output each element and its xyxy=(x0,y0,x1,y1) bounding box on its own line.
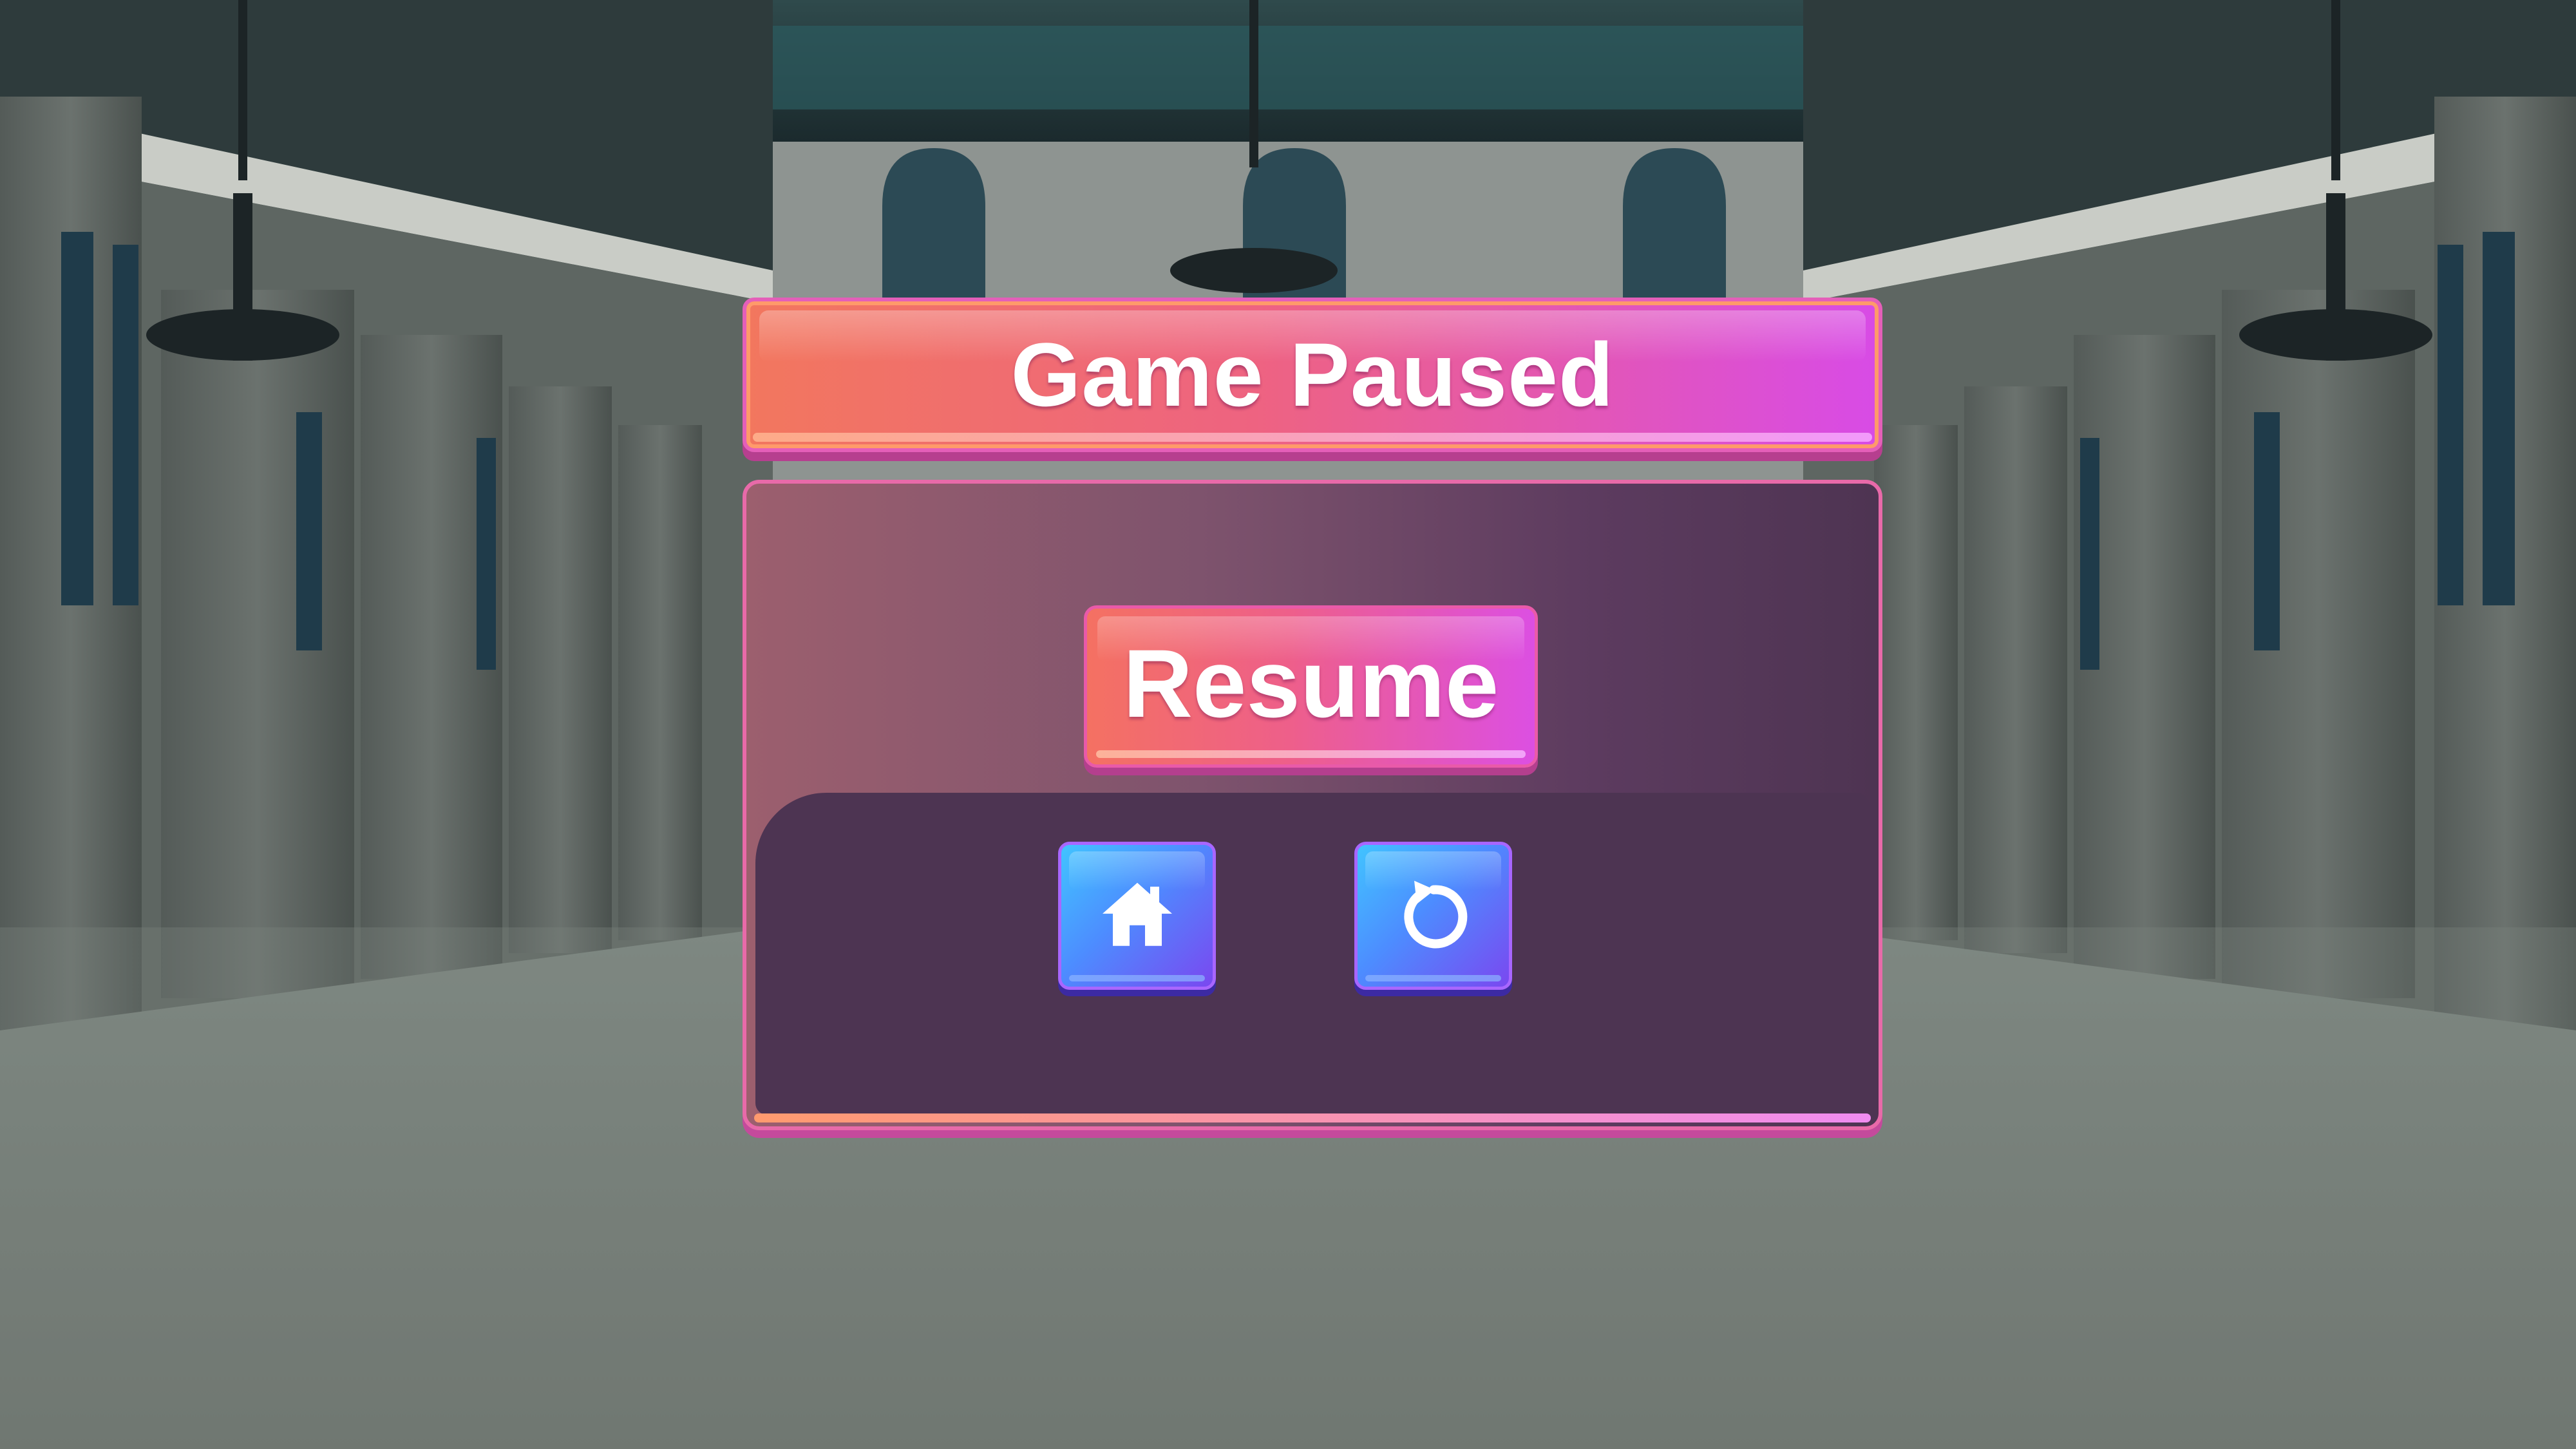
home-button-base xyxy=(1069,975,1205,981)
home-icon xyxy=(1102,882,1172,946)
restart-icon xyxy=(1403,880,1467,949)
panel-lower-section xyxy=(755,793,1870,1115)
restart-button-base xyxy=(1365,975,1501,981)
pause-title-banner: Game Paused xyxy=(743,298,1882,452)
resume-button-label: Resume xyxy=(1122,629,1499,737)
home-button[interactable] xyxy=(1058,842,1216,990)
resume-button[interactable]: Resume xyxy=(1084,605,1538,768)
pause-panel xyxy=(743,480,1882,1130)
pause-title: Game Paused xyxy=(1010,324,1615,425)
panel-base xyxy=(754,1113,1871,1122)
restart-button[interactable] xyxy=(1354,842,1512,990)
